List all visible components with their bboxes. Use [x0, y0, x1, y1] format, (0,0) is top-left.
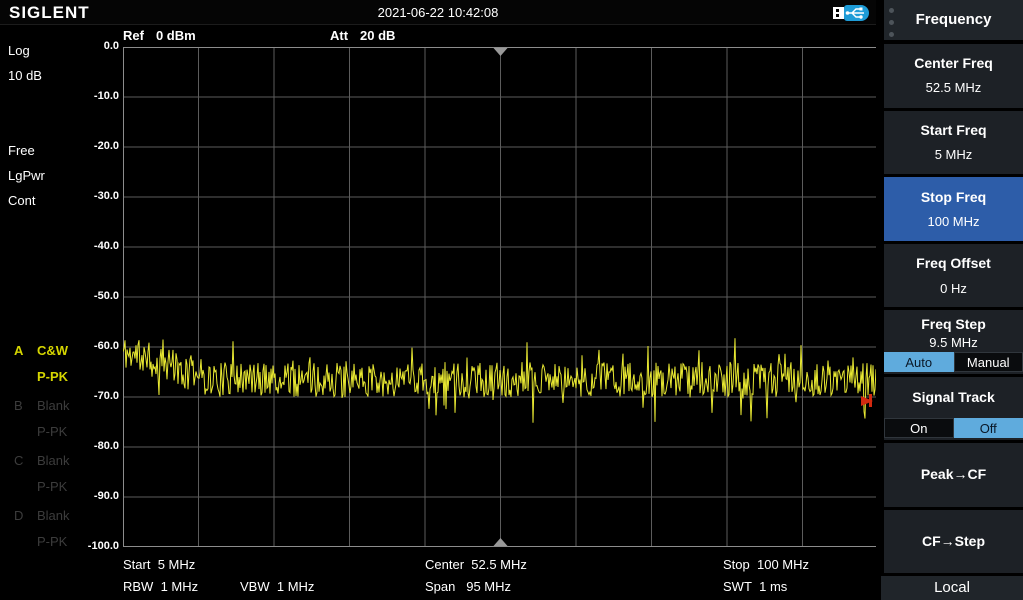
usb-device-icon: [833, 4, 869, 21]
trace-a-letter: A: [14, 343, 23, 358]
softkey-peak-to-cf[interactable]: Peak→CF: [884, 443, 1023, 507]
y-axis-label: 0.0: [73, 40, 119, 52]
trace-a-mode: C&W: [37, 343, 68, 358]
trace-b-detector: P-PK: [37, 424, 67, 439]
ref-label: Ref: [123, 28, 144, 43]
menu-header: Frequency: [884, 0, 1023, 40]
ref-att-row: Ref0 dBm Att20 dB: [123, 28, 196, 43]
y-axis-label: -30.0: [73, 190, 119, 202]
trace-c-letter: C: [14, 453, 23, 468]
y-axis-label: -10.0: [73, 90, 119, 102]
freq-step-manual-option[interactable]: Manual: [954, 352, 1023, 372]
trace-d-letter: D: [14, 508, 23, 523]
signal-track-off-option[interactable]: Off: [954, 418, 1023, 438]
stop-freq-annotation: Stop 100 MHz: [723, 557, 809, 572]
scale-per-div-label: 10 dB: [8, 68, 42, 83]
datetime-display: 2021-06-22 10:42:08: [0, 5, 876, 20]
freq-step-auto-option[interactable]: Auto: [884, 352, 954, 372]
y-axis-label: -80.0: [73, 440, 119, 452]
graticule-display: [123, 47, 878, 547]
trace-c-detector: P-PK: [37, 479, 67, 494]
trace-b-letter: B: [14, 398, 23, 413]
softkey-signal-track[interactable]: Signal Track On Off: [884, 377, 1023, 440]
usb-trident-icon: [844, 5, 869, 21]
att-value: 20 dB: [360, 28, 395, 43]
softkey-menu-panel: Frequency Center Freq 52.5 MHz Start Fre…: [876, 0, 1023, 600]
y-axis-label: -20.0: [73, 140, 119, 152]
spectrum-analyzer-screen: SIGLENT 2021-06-22 10:42:08 Log 10 dB Fr…: [0, 0, 1023, 600]
freq-step-auto-manual-toggle: Auto Manual: [884, 352, 1023, 372]
trigger-free-label: Free: [8, 143, 35, 158]
vbw-annotation: VBW 1 MHz: [240, 579, 314, 594]
rbw-annotation: RBW 1 MHz: [123, 579, 198, 594]
ref-value: 0 dBm: [156, 28, 196, 43]
trace-c-mode: Blank: [37, 453, 70, 468]
signal-track-on-off-toggle: On Off: [884, 418, 1023, 438]
y-axis-label: -100.0: [73, 540, 119, 552]
trace-a-detector: P-PK: [37, 369, 68, 384]
softkey-freq-step[interactable]: Freq Step 9.5 MHz Auto Manual: [884, 310, 1023, 374]
menu-title: Frequency: [884, 11, 1023, 28]
softkey-stop-freq[interactable]: Stop Freq 100 MHz: [884, 177, 1023, 241]
top-status-bar: SIGLENT 2021-06-22 10:42:08: [0, 0, 876, 25]
y-axis-label: -50.0: [73, 290, 119, 302]
trigger-lgpwr-label: LgPwr: [8, 168, 45, 183]
center-freq-annotation: Center 52.5 MHz: [425, 557, 527, 572]
softkey-center-freq[interactable]: Center Freq 52.5 MHz: [884, 44, 1023, 108]
y-axis-label: -60.0: [73, 340, 119, 352]
y-axis-label: -40.0: [73, 240, 119, 252]
spectrum-trace-svg: [123, 47, 878, 547]
att-label: Att: [330, 28, 348, 43]
softkey-start-freq[interactable]: Start Freq 5 MHz: [884, 111, 1023, 174]
local-button[interactable]: Local: [881, 576, 1023, 600]
trace-d-detector: P-PK: [37, 534, 67, 549]
start-freq-annotation: Start 5 MHz: [123, 557, 195, 572]
y-axis-label: -70.0: [73, 390, 119, 402]
softkey-freq-offset[interactable]: Freq Offset 0 Hz: [884, 244, 1023, 307]
usb-plug-icon: [833, 7, 844, 19]
trace-b-mode: Blank: [37, 398, 70, 413]
softkey-cf-to-step[interactable]: CF→Step: [884, 510, 1023, 573]
swt-annotation: SWT 1 ms: [723, 579, 787, 594]
scale-mode-label: Log: [8, 43, 30, 58]
signal-track-on-option[interactable]: On: [884, 418, 954, 438]
span-annotation: Span 95 MHz: [425, 579, 511, 594]
y-axis-label: -90.0: [73, 490, 119, 502]
trace-d-mode: Blank: [37, 508, 70, 523]
trigger-cont-label: Cont: [8, 193, 35, 208]
